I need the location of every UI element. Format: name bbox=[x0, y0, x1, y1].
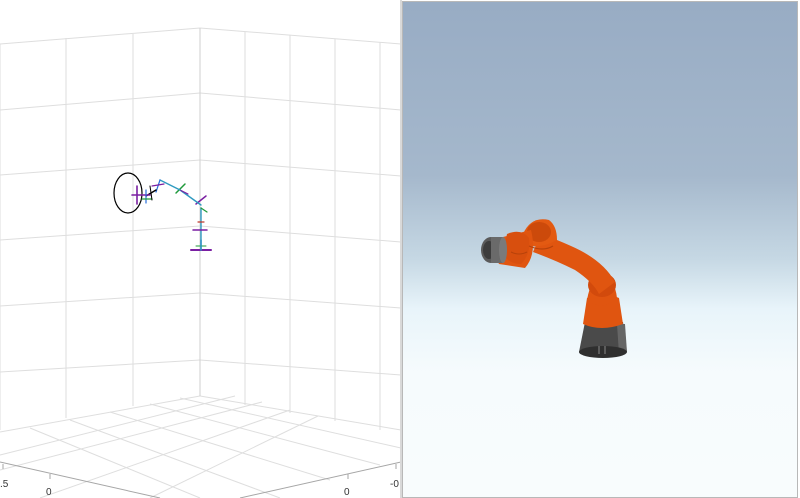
robot-body bbox=[495, 219, 623, 328]
robot-stick-figure bbox=[131, 179, 212, 251]
robot-render bbox=[481, 219, 627, 358]
x-tick-label-partial: .5 bbox=[0, 479, 9, 490]
back-wall-grid bbox=[0, 27, 201, 433]
x-tick-label-zero: 0 bbox=[46, 487, 52, 498]
kinematics-plot-axes[interactable]: .5 0 0 -0 bbox=[0, 0, 401, 498]
plot-canvas bbox=[0, 27, 401, 498]
robot-3d-viewport[interactable] bbox=[402, 1, 798, 498]
y-tick-label-partial: -0 bbox=[390, 479, 399, 490]
floor-grid bbox=[0, 395, 401, 498]
axis-lines bbox=[0, 461, 401, 498]
y-tick-label-zero: 0 bbox=[344, 487, 350, 498]
robot-flange bbox=[481, 237, 507, 263]
side-wall-grid bbox=[199, 27, 401, 431]
